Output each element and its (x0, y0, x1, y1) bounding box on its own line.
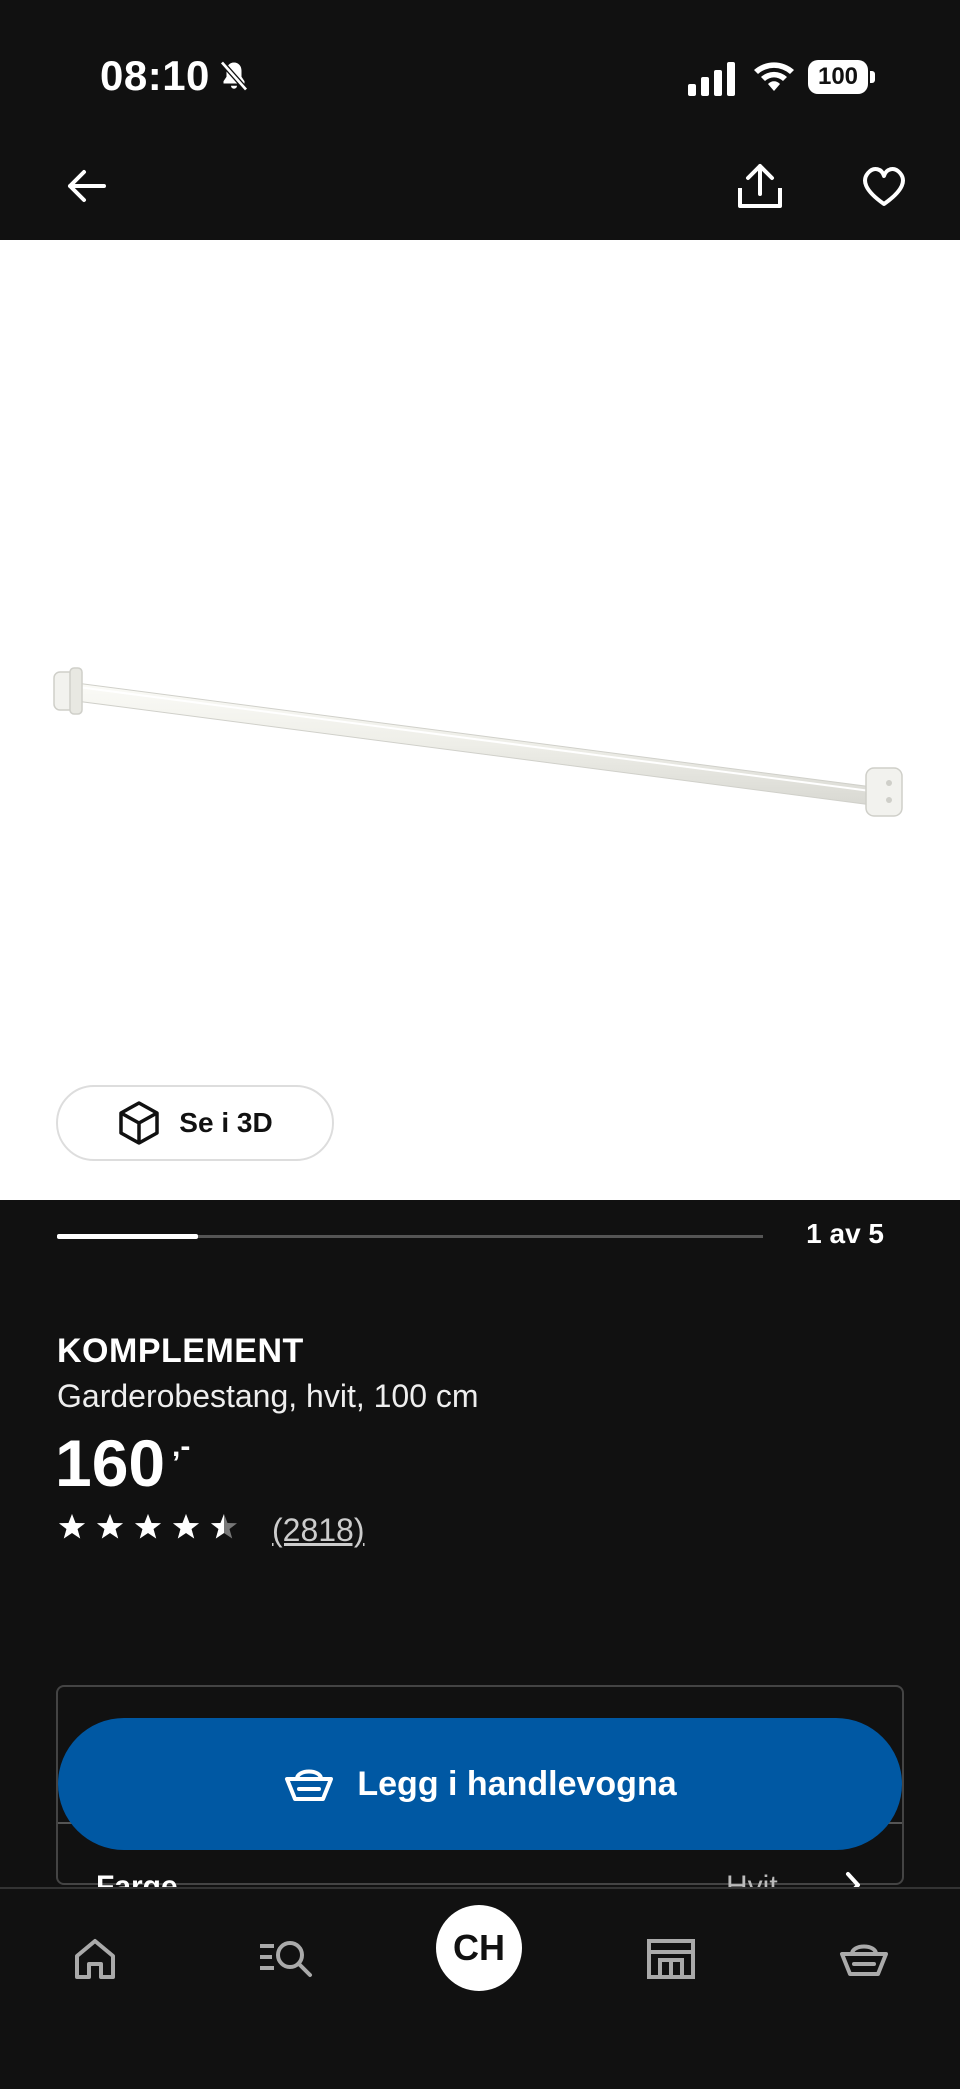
gallery-progress (57, 1234, 763, 1239)
product-brand: KOMPLEMENT (57, 1332, 304, 1370)
status-time: 08:10 (100, 52, 210, 99)
heart-icon (863, 167, 905, 206)
gallery-page-indicator: 1 av 5 (806, 1218, 884, 1249)
share-icon (738, 164, 782, 208)
profile-avatar[interactable]: CH (436, 1905, 522, 1991)
view-3d-label: Se i 3D (179, 1107, 273, 1138)
star-icon (97, 1514, 123, 1539)
back-button[interactable] (56, 156, 116, 216)
add-to-cart-label: Legg i handlevogna (357, 1764, 677, 1803)
search-icon (260, 1941, 312, 1977)
add-to-cart-button[interactable]: Legg i handlevogna (58, 1718, 902, 1850)
wifi-icon (754, 62, 794, 91)
top-nav (0, 140, 960, 240)
product-description: Garderobestang, hvit, 100 cm (57, 1378, 479, 1414)
signal-icon (688, 62, 735, 96)
star-icon (59, 1514, 85, 1539)
gallery-progress-fill (57, 1234, 199, 1239)
review-count-link[interactable]: (2818) (272, 1512, 365, 1549)
shopping-basket-icon (285, 1769, 334, 1801)
store-icon (647, 1939, 695, 1979)
battery-indicator: 100 (808, 60, 876, 94)
rating-stars (57, 1512, 239, 1542)
tab-home[interactable] (55, 1919, 135, 1999)
star-icon (173, 1514, 199, 1539)
product-price: 160 (55, 1426, 166, 1500)
home-icon (75, 1939, 115, 1979)
bell-muted-icon (220, 60, 248, 92)
battery-level: 100 (808, 60, 868, 94)
favorite-button[interactable] (854, 156, 914, 216)
price-suffix: ,- (172, 1430, 191, 1463)
tab-search[interactable] (246, 1919, 326, 1999)
product-photo (53, 667, 903, 817)
star-icon (135, 1514, 161, 1539)
shopping-basket-icon (840, 1944, 888, 1976)
star-icon (211, 1514, 237, 1539)
product-image[interactable]: Se i 3D (0, 240, 960, 1200)
arrow-left-icon (68, 170, 106, 202)
status-bar: 08:10 100 (0, 0, 960, 140)
tab-cart[interactable] (824, 1919, 904, 1999)
view-3d-button[interactable]: Se i 3D (56, 1085, 334, 1161)
tab-stores[interactable] (631, 1919, 711, 1999)
share-button[interactable] (730, 156, 790, 216)
cube-3d-icon (119, 1101, 160, 1145)
